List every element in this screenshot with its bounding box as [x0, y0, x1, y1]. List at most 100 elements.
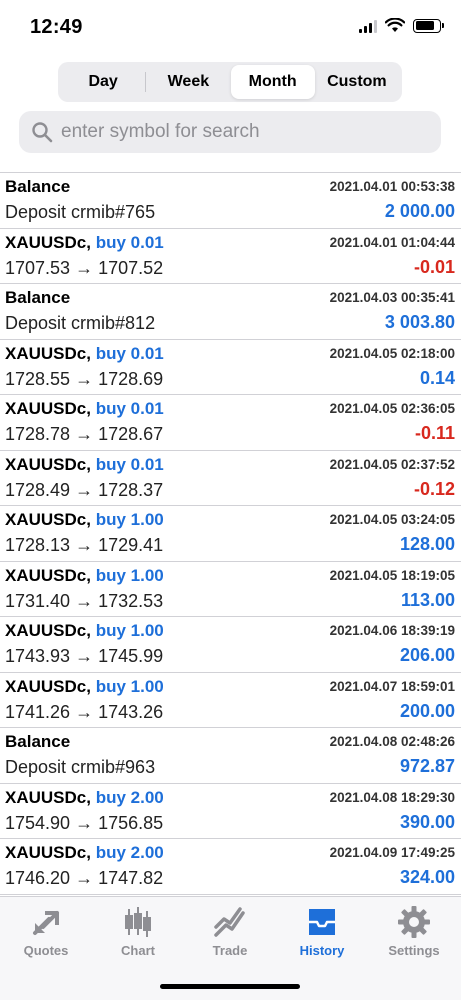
row-symbol: XAUUSDc, [5, 399, 91, 418]
tab-label: Quotes [23, 943, 69, 958]
search-icon [32, 122, 53, 143]
row-deal-type: buy 0.01 [95, 399, 164, 418]
row-symbol: XAUUSDc, [5, 454, 91, 474]
row-deal-type: buy 1.00 [95, 621, 164, 640]
row-timestamp: 2021.04.06 18:39:19 [329, 623, 455, 638]
cellular-signal-icon [359, 19, 377, 33]
row-timestamp: 2021.04.05 18:19:05 [329, 567, 455, 583]
row-detail: 1728.55 → 1728.69 [5, 368, 164, 389]
row-symbol: XAUUSDc, [5, 676, 91, 696]
row-title: XAUUSDc, buy 0.01 [5, 233, 164, 253]
search-bar[interactable] [19, 111, 441, 153]
row-timestamp: 2021.04.03 00:35:41 [329, 290, 455, 305]
battery-icon [413, 18, 444, 33]
history-list[interactable]: Balance Deposit crmib#765 2021.04.01 00:53… [0, 172, 461, 896]
row-symbol: XAUUSDc, [5, 843, 91, 862]
row-detail: 1743.93 → 1745.99 [5, 646, 164, 666]
row-profit: 3 003.80 [384, 312, 455, 332]
row-symbol: XAUUSDc, [5, 510, 91, 529]
row-profit: 113.00 [400, 589, 455, 610]
row-deal-type: buy 1.00 [95, 565, 164, 585]
row-title: XAUUSDc, buy 2.00 [5, 788, 164, 808]
row-symbol: XAUUSDc, [5, 343, 91, 363]
row-symbol: XAUUSDc, [5, 565, 91, 585]
tab-settings[interactable]: Settings [368, 905, 460, 965]
history-row[interactable]: Balance Deposit crmib#812 2021.04.03 00:35… [0, 284, 461, 340]
tab-quotes[interactable]: Quotes [0, 905, 92, 965]
row-timestamp: 2021.04.05 02:36:05 [329, 401, 455, 416]
row-timestamp: 2021.04.09 17:49:25 [329, 845, 455, 860]
row-profit: 0.14 [419, 367, 455, 388]
row-detail: 1731.40 → 1732.53 [5, 590, 164, 611]
period-custom-button[interactable]: Custom [315, 65, 399, 99]
history-row[interactable]: XAUUSDc, buy 0.01 1707.53 → 1707.52 2021.0… [0, 229, 461, 284]
row-detail: 1754.90 → 1756.85 [5, 812, 164, 833]
history-row[interactable]: XAUUSDc, buy 0.01 1728.49 → 1728.37 2021.0… [0, 451, 461, 506]
wifi-icon [385, 18, 405, 32]
period-day-button[interactable]: Day [61, 65, 145, 99]
history-row[interactable]: Balance Deposit crmib#963 2021.04.08 02:48… [0, 728, 461, 784]
search-input[interactable] [61, 121, 431, 143]
row-detail: Deposit crmib#963 [5, 757, 156, 777]
row-deal-type: buy 1.00 [95, 676, 164, 696]
status-bar: 12:49 [0, 0, 461, 56]
row-deal-type: buy 0.01 [95, 454, 164, 474]
row-deal-type: buy 2.00 [95, 787, 164, 807]
row-symbol: Balance [5, 288, 71, 307]
row-profit: 972.87 [399, 756, 455, 776]
quotes-icon [33, 911, 59, 935]
row-profit: 2 000.00 [384, 201, 455, 221]
row-title: Balance [5, 177, 70, 197]
row-timestamp: 2021.04.08 02:48:26 [329, 734, 455, 749]
history-row[interactable]: XAUUSDc, buy 2.00 1754.90 → 1756.85 2021.0… [0, 784, 461, 839]
row-title: XAUUSDc, buy 1.00 [5, 621, 164, 641]
history-row[interactable]: XAUUSDc, buy 0.01 1728.78 → 1728.67 2021.0… [0, 395, 461, 451]
settings-icon [398, 906, 430, 938]
tab-label: Settings [388, 943, 440, 958]
tab-history[interactable]: History [276, 905, 368, 965]
chart-icon [125, 907, 151, 937]
row-timestamp: 2021.04.01 01:04:44 [329, 234, 455, 250]
row-profit: 324.00 [399, 867, 455, 887]
history-row[interactable]: XAUUSDc, buy 2.00 1746.20 → 1747.82 2021.0… [0, 839, 461, 895]
row-timestamp: 2021.04.05 02:18:00 [329, 345, 455, 361]
home-indicator [160, 984, 300, 989]
row-timestamp: 2021.04.07 18:59:01 [329, 678, 455, 694]
row-deal-type: buy 0.01 [95, 343, 164, 363]
trade-icon [214, 907, 245, 937]
history-row[interactable]: XAUUSDc, buy 0.01 1728.55 → 1728.69 2021.0… [0, 340, 461, 395]
tab-trade[interactable]: Trade [184, 905, 276, 965]
row-profit: 200.00 [399, 700, 455, 721]
row-symbol: Balance [5, 732, 71, 751]
history-row[interactable]: XAUUSDc, buy 1.00 1743.93 → 1745.99 2021.0… [0, 617, 461, 673]
row-title: XAUUSDc, buy 0.01 [5, 455, 164, 475]
history-row[interactable]: Balance Deposit crmib#765 2021.04.01 00:53… [0, 173, 461, 229]
row-timestamp: 2021.04.01 00:53:38 [329, 179, 455, 194]
row-title: XAUUSDc, buy 0.01 [5, 344, 164, 364]
row-symbol: XAUUSDc, [5, 787, 91, 807]
row-profit: -0.12 [413, 478, 455, 499]
row-title: XAUUSDc, buy 0.01 [5, 399, 164, 419]
row-deal-type: buy 1.00 [95, 510, 164, 529]
history-row[interactable]: XAUUSDc, buy 1.00 1731.40 → 1732.53 2021.0… [0, 562, 461, 617]
row-detail: 1707.53 → 1707.52 [5, 257, 164, 278]
row-timestamp: 2021.04.05 02:37:52 [329, 456, 455, 472]
row-title: XAUUSDc, buy 1.00 [5, 566, 164, 586]
period-month-button[interactable]: Month [230, 65, 315, 99]
history-row[interactable]: XAUUSDc, buy 1.00 1728.13 → 1729.41 2021.0… [0, 506, 461, 562]
row-detail: Deposit crmib#812 [5, 313, 156, 333]
row-symbol: XAUUSDc, [5, 621, 91, 640]
tab-label: Trade [212, 943, 248, 958]
tab-label: Chart [121, 943, 155, 958]
row-detail: 1746.20 → 1747.82 [5, 868, 164, 888]
status-icons [359, 18, 444, 33]
period-week-button[interactable]: Week [146, 65, 230, 99]
tab-label: History [299, 943, 345, 958]
tab-chart[interactable]: Chart [92, 905, 184, 965]
row-detail: 1728.13 → 1729.41 [5, 535, 164, 555]
status-time: 12:49 [30, 16, 83, 38]
row-detail: 1728.49 → 1728.37 [5, 479, 164, 500]
row-profit: 390.00 [399, 811, 455, 832]
row-symbol: XAUUSDc, [5, 232, 91, 252]
history-row[interactable]: XAUUSDc, buy 1.00 1741.26 → 1743.26 2021.0… [0, 673, 461, 728]
